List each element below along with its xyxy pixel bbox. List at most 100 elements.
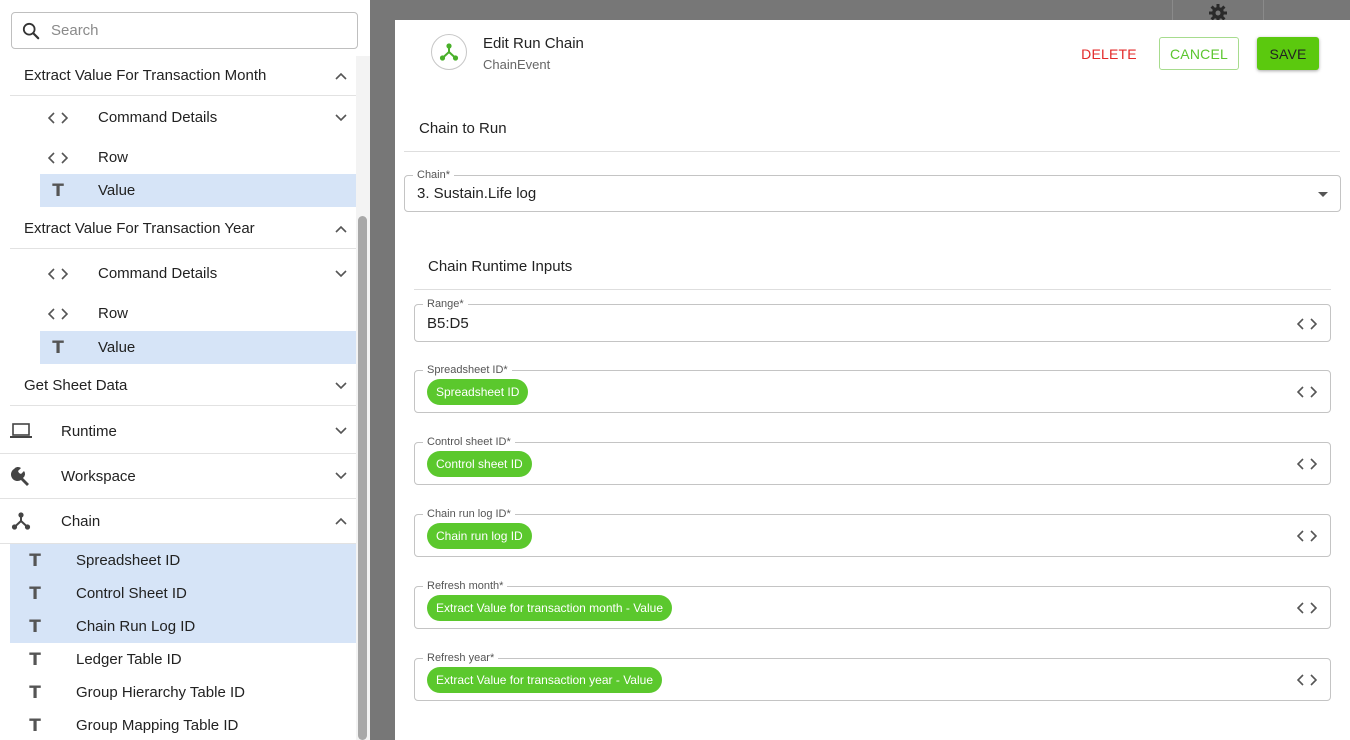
variable-chip[interactable]: Extract Value for transaction year - Val… (427, 667, 662, 693)
field-label: Refresh year* (423, 651, 499, 665)
item-label: Value (98, 182, 136, 199)
dialog-subtitle: ChainEvent (483, 57, 551, 72)
wrench-icon (9, 466, 33, 486)
code-icon[interactable] (1297, 602, 1317, 614)
spreadsheet-id-field[interactable]: Spreadsheet ID* Spreadsheet ID (414, 363, 1331, 413)
item-label: Control Sheet ID (76, 585, 187, 602)
chain-select-value: 3. Sustain.Life log (417, 185, 537, 202)
group-header-transaction-year[interactable]: Extract Value For Transaction Year (10, 209, 356, 249)
chain-run-log-id-field[interactable]: Chain run log ID* Chain run log ID (414, 507, 1331, 557)
group-title: Extract Value For Transaction Year (24, 220, 255, 237)
search-box[interactable] (11, 12, 358, 49)
refresh-month-field[interactable]: Refresh month* Extract Value for transac… (414, 579, 1331, 629)
code-icon (47, 267, 69, 280)
group-header-transaction-month[interactable]: Extract Value For Transaction Month (10, 56, 356, 96)
code-icon (47, 151, 69, 164)
section-title-chain-to-run: Chain to Run (419, 120, 507, 137)
chevron-down-icon[interactable] (335, 381, 347, 390)
save-button[interactable]: SAVE (1257, 37, 1319, 70)
range-input-value: B5:D5 (427, 315, 469, 332)
field-label: Chain run log ID* (423, 507, 515, 521)
chevron-down-icon[interactable] (335, 113, 347, 122)
chain-icon (9, 511, 33, 531)
cancel-button[interactable]: CANCEL (1159, 37, 1239, 70)
chain-select[interactable]: Chain* 3. Sustain.Life log (404, 168, 1341, 212)
item-label: Spreadsheet ID (76, 552, 181, 569)
chevron-down-icon[interactable] (335, 427, 347, 435)
code-icon[interactable] (1297, 386, 1317, 398)
chevron-down-icon[interactable] (335, 269, 347, 278)
text-type-icon: T (52, 337, 64, 358)
code-icon[interactable] (1297, 674, 1317, 686)
text-type-icon: T (29, 649, 41, 670)
dropdown-arrow-icon[interactable] (1318, 192, 1328, 197)
list-item-value[interactable]: T Value (40, 331, 356, 364)
item-label: Group Mapping Table ID (76, 717, 239, 734)
group-title: Extract Value For Transaction Month (24, 67, 267, 84)
dialog-title: Edit Run Chain (483, 35, 584, 52)
item-label: Group Hierarchy Table ID (76, 684, 245, 701)
divider (414, 289, 1331, 290)
chain-item-ledger-table-id[interactable]: T Ledger Table ID (10, 643, 356, 676)
text-type-icon: T (29, 682, 41, 703)
list-item-row[interactable]: Row (40, 141, 356, 174)
text-type-icon: T (29, 715, 41, 736)
code-icon[interactable] (1297, 458, 1317, 470)
item-label: Command Details (98, 109, 218, 126)
chain-item-group-hierarchy-table-id[interactable]: T Group Hierarchy Table ID (10, 676, 356, 709)
category-label: Runtime (61, 422, 117, 440)
code-icon (47, 307, 69, 320)
category-chain[interactable]: Chain (0, 499, 356, 544)
category-label: Workspace (61, 467, 136, 485)
scrollbar-thumb[interactable] (358, 216, 367, 740)
category-runtime[interactable]: Runtime (0, 409, 356, 454)
list-item-command-details[interactable]: Command Details (40, 101, 356, 134)
range-field[interactable]: Range* B5:D5 (414, 297, 1331, 342)
field-label: Refresh month* (423, 579, 508, 593)
search-input[interactable] (51, 22, 331, 39)
divider (404, 151, 1340, 152)
field-label: Chain* (413, 168, 455, 182)
chain-item-spreadsheet-id[interactable]: T Spreadsheet ID (10, 544, 356, 577)
variable-chip[interactable]: Spreadsheet ID (427, 379, 529, 405)
category-workspace[interactable]: Workspace (0, 454, 356, 499)
chevron-up-icon[interactable] (335, 72, 347, 80)
chain-icon (431, 34, 467, 70)
list-item-value[interactable]: T Value (40, 174, 356, 207)
list-item-row[interactable]: Row (40, 297, 356, 330)
code-icon[interactable] (1297, 530, 1317, 542)
chevron-up-icon[interactable] (335, 225, 347, 233)
variable-chip[interactable]: Control sheet ID (427, 451, 532, 477)
chain-item-group-mapping-table-id[interactable]: T Group Mapping Table ID (10, 709, 356, 740)
list-item-command-details[interactable]: Command Details (40, 257, 356, 290)
category-label: Chain (61, 512, 101, 530)
field-label: Control sheet ID* (423, 435, 515, 449)
variable-chip[interactable]: Chain run log ID (427, 523, 532, 549)
item-label: Command Details (98, 265, 218, 282)
sidebar: Extract Value For Transaction Month Comm… (0, 0, 370, 740)
chain-item-chain-run-log-id[interactable]: T Chain Run Log ID (10, 610, 356, 643)
code-icon[interactable] (1297, 318, 1317, 330)
field-label: Range* (423, 297, 468, 311)
search-icon (22, 22, 40, 39)
code-icon (47, 111, 69, 124)
laptop-icon (9, 423, 33, 439)
refresh-year-field[interactable]: Refresh year* Extract Value for transact… (414, 651, 1331, 701)
variable-chip[interactable]: Extract Value for transaction month - Va… (427, 595, 672, 621)
chevron-up-icon[interactable] (335, 517, 347, 525)
chain-item-control-sheet-id[interactable]: T Control Sheet ID (10, 577, 356, 610)
group-header-get-sheet-data[interactable]: Get Sheet Data (10, 366, 356, 406)
group-title: Get Sheet Data (24, 377, 128, 394)
section-title-runtime-inputs: Chain Runtime Inputs (428, 258, 573, 275)
text-type-icon: T (29, 550, 41, 571)
item-label: Ledger Table ID (76, 651, 182, 668)
item-label: Chain Run Log ID (76, 618, 196, 635)
chevron-down-icon[interactable] (335, 472, 347, 480)
field-label: Spreadsheet ID* (423, 363, 512, 377)
delete-button[interactable]: DELETE (1078, 37, 1140, 70)
settings-button[interactable] (1172, 0, 1264, 22)
control-sheet-id-field[interactable]: Control sheet ID* Control sheet ID (414, 435, 1331, 485)
text-type-icon: T (29, 616, 41, 637)
item-label: Row (98, 149, 129, 166)
item-label: Value (98, 339, 136, 356)
